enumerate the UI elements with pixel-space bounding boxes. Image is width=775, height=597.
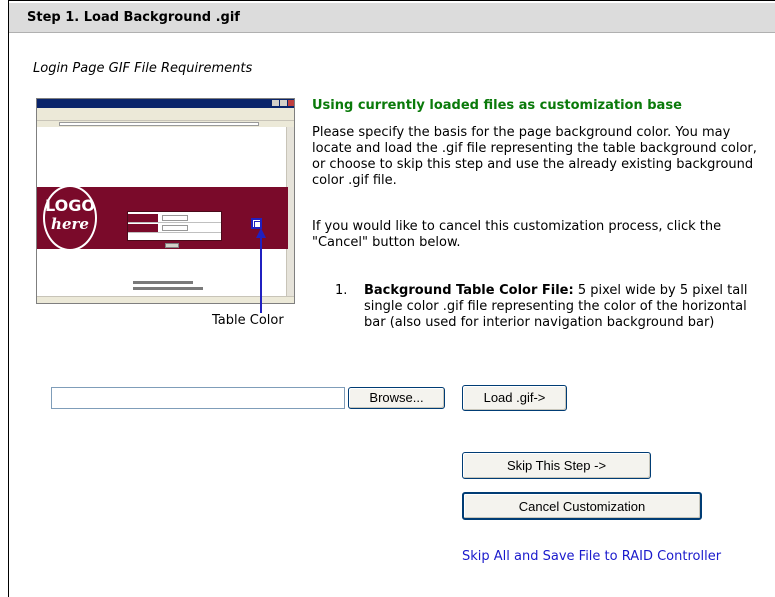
close-icon [288, 100, 294, 106]
arrow-up-icon [256, 228, 266, 313]
maximize-icon [280, 100, 287, 106]
load-gif-button[interactable]: Load .gif-> [462, 385, 567, 411]
list-number: 1. [335, 283, 348, 298]
skip-all-save-link[interactable]: Skip All and Save File to RAID Controlle… [462, 549, 721, 564]
list-item-body: Background Table Color File: 5 pixel wid… [364, 283, 754, 331]
skip-step-button[interactable]: Skip This Step -> [462, 452, 651, 479]
preview-login-box [127, 211, 222, 241]
step-header: Step 1. Load Background .gif [9, 3, 775, 33]
preview-address-bar [37, 121, 294, 127]
section-heading: Using currently loaded files as customiz… [312, 98, 682, 113]
table-color-label: Table Color [212, 313, 284, 328]
cancel-customization-button[interactable]: Cancel Customization [462, 492, 702, 520]
file-path-input[interactable] [51, 387, 345, 409]
cancel-info-paragraph: If you would like to cancel this customi… [312, 219, 722, 250]
list-item-title: Background Table Color File: [364, 283, 574, 298]
preview-footer-line [133, 281, 193, 284]
customization-panel: Step 1. Load Background .gif Login Page … [8, 0, 775, 597]
requirements-title: Login Page GIF File Requirements [33, 61, 253, 76]
minimize-icon [272, 100, 279, 106]
instructions-paragraph: Please specify the basis for the page ba… [312, 125, 757, 188]
preview-login-button [165, 243, 179, 248]
logo-text: LOGO [45, 196, 95, 215]
preview-toolbar [37, 114, 294, 121]
preview-titlebar [37, 99, 294, 108]
browse-button[interactable]: Browse... [348, 387, 445, 409]
logo-subtext: here [51, 215, 89, 233]
preview-footer-line [133, 287, 203, 290]
